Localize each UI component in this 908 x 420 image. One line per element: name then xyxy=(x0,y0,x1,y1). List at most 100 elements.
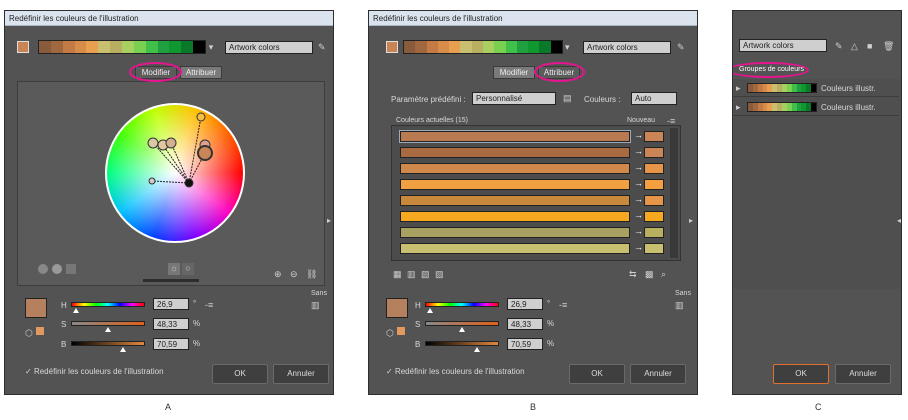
hue-toggle-icon[interactable]: ○ xyxy=(182,263,194,275)
ok-button[interactable]: OK xyxy=(212,364,268,384)
b-slider-thumb[interactable] xyxy=(120,347,126,352)
palette-dropdown-arrow[interactable]: ▾ xyxy=(207,42,215,52)
expand-panel-arrow-icon[interactable]: ▸ xyxy=(327,216,331,226)
smooth-wheel-icon[interactable] xyxy=(38,264,48,274)
tab-edit[interactable]: Modifier xyxy=(493,66,535,79)
colors-count-dropdown[interactable]: Auto xyxy=(631,92,677,105)
current-color-bar[interactable] xyxy=(400,179,630,190)
ok-button[interactable]: OK xyxy=(569,364,625,384)
current-color-bar[interactable] xyxy=(400,227,630,238)
current-color-swatch[interactable] xyxy=(17,41,29,53)
color-row[interactable]: → xyxy=(400,242,680,255)
h-slider[interactable] xyxy=(425,302,499,307)
b-value-field[interactable]: 70,59 xyxy=(153,338,189,350)
s-slider[interactable] xyxy=(425,321,499,326)
remove-color-tool-icon[interactable]: ⊖ xyxy=(290,269,298,279)
map-arrow-icon[interactable]: → xyxy=(634,130,643,140)
artwork-colors-field[interactable]: Artwork colors xyxy=(225,41,313,54)
current-color-bar[interactable] xyxy=(400,211,630,222)
link-harmony-icon[interactable]: ⛓ xyxy=(306,269,317,279)
b-slider[interactable] xyxy=(425,341,499,346)
table-menu-icon[interactable]: -≡ xyxy=(667,116,675,126)
current-color-swatch[interactable] xyxy=(386,41,398,53)
save-preset-icon[interactable]: ▤ xyxy=(563,93,572,103)
color-library-icon[interactable]: ▥ xyxy=(675,300,684,310)
color-row[interactable]: → xyxy=(399,130,680,143)
folder-icon[interactable]: ■ xyxy=(867,41,872,51)
new-color-swatch[interactable] xyxy=(644,179,664,190)
cancel-button[interactable]: Annuler xyxy=(273,364,329,384)
randomize-order-icon[interactable]: ⇆ xyxy=(629,269,637,279)
cancel-button[interactable]: Annuler xyxy=(630,364,686,384)
new-color-swatch[interactable] xyxy=(644,131,664,142)
eyedropper-icon[interactable]: ✎ xyxy=(318,42,326,52)
b-slider-thumb[interactable] xyxy=(474,347,480,352)
add-color-tool-icon[interactable]: ⊕ xyxy=(274,269,282,279)
b-value-field[interactable]: 70,59 xyxy=(507,338,543,350)
brightness-sun-icon[interactable]: ☼ xyxy=(168,263,180,275)
new-color-swatch[interactable] xyxy=(644,147,664,158)
cancel-button[interactable]: Annuler xyxy=(835,364,891,384)
h-value-field[interactable]: 26,9 xyxy=(153,298,189,310)
separate-colors-icon[interactable]: ▥ xyxy=(407,269,416,279)
expand-panel-arrow-icon[interactable]: ▸ xyxy=(689,216,693,226)
recolor-checkbox[interactable]: ✓ Redéfinir les couleurs de l'illustrati… xyxy=(386,367,525,376)
new-color-swatch[interactable] xyxy=(644,163,664,174)
artwork-colors-field[interactable]: Artwork colors xyxy=(739,39,827,52)
artwork-colors-field[interactable]: Artwork colors xyxy=(583,41,671,54)
new-color-swatch[interactable] xyxy=(644,243,664,254)
ok-button[interactable]: OK xyxy=(773,364,829,384)
b-slider[interactable] xyxy=(71,341,145,346)
color-row[interactable]: → xyxy=(400,178,680,191)
current-color-bar[interactable] xyxy=(400,243,630,254)
new-color-swatch[interactable] xyxy=(644,211,664,222)
map-arrow-icon[interactable]: → xyxy=(634,242,643,252)
color-row[interactable]: → xyxy=(400,146,680,159)
find-color-icon[interactable]: ⌕ xyxy=(661,269,666,279)
wheel-markers[interactable] xyxy=(105,103,249,247)
current-color-bar[interactable] xyxy=(400,163,630,174)
palette-dropdown-arrow[interactable]: ▾ xyxy=(565,42,570,52)
collapse-panel-arrow-icon[interactable]: ◂ xyxy=(897,216,901,226)
new-color-swatch[interactable] xyxy=(644,227,664,238)
exclude-colors-icon[interactable]: ▧ xyxy=(421,269,430,279)
color-row[interactable]: → xyxy=(400,226,680,239)
s-value-field[interactable]: 48,33 xyxy=(153,318,189,330)
web-safe-swatch[interactable] xyxy=(397,327,405,335)
table-scrollbar[interactable] xyxy=(670,128,678,258)
base-color-swatch[interactable] xyxy=(25,298,47,318)
h-slider-thumb[interactable] xyxy=(73,308,79,313)
base-color-swatch[interactable] xyxy=(386,298,408,318)
h-slider[interactable] xyxy=(71,302,145,307)
map-arrow-icon[interactable]: → xyxy=(634,226,643,236)
color-mode-menu-icon[interactable]: -≡ xyxy=(559,300,567,310)
s-value-field[interactable]: 48,33 xyxy=(507,318,543,330)
expand-arrow-icon[interactable]: ▸ xyxy=(736,102,741,112)
h-value-field[interactable]: 26,9 xyxy=(507,298,543,310)
color-palette-strip[interactable] xyxy=(38,40,206,54)
new-row-icon[interactable]: ▨ xyxy=(435,269,444,279)
color-row[interactable]: → xyxy=(400,162,680,175)
map-arrow-icon[interactable]: → xyxy=(634,210,643,220)
current-color-bar[interactable] xyxy=(400,147,630,158)
s-slider[interactable] xyxy=(71,321,145,326)
recolor-checkbox[interactable]: ✓ Redéfinir les couleurs de l'illustrati… xyxy=(25,367,164,376)
map-arrow-icon[interactable]: → xyxy=(634,194,643,204)
h-slider-thumb[interactable] xyxy=(427,308,433,313)
color-library-icon[interactable]: ▥ xyxy=(311,300,320,310)
s-slider-thumb[interactable] xyxy=(459,327,465,332)
color-row[interactable]: → xyxy=(400,194,680,207)
out-of-gamut-icon[interactable]: ⬡ xyxy=(25,328,33,338)
tab-assign[interactable]: Attribuer xyxy=(180,66,222,79)
segmented-wheel-icon[interactable] xyxy=(52,264,62,274)
out-of-gamut-icon[interactable]: ⬡ xyxy=(386,328,394,338)
new-group-icon[interactable]: △ xyxy=(851,41,858,51)
expand-arrow-icon[interactable]: ▸ xyxy=(736,83,741,93)
eyedropper-icon[interactable]: ✎ xyxy=(835,41,843,51)
color-bars-icon[interactable] xyxy=(66,264,76,274)
web-safe-swatch[interactable] xyxy=(36,327,44,335)
map-arrow-icon[interactable]: → xyxy=(634,146,643,156)
map-arrow-icon[interactable]: → xyxy=(634,162,643,172)
group-row-1[interactable]: ▸ Couleurs illustr. xyxy=(733,79,899,97)
eyedropper-icon[interactable]: ✎ xyxy=(677,42,685,52)
